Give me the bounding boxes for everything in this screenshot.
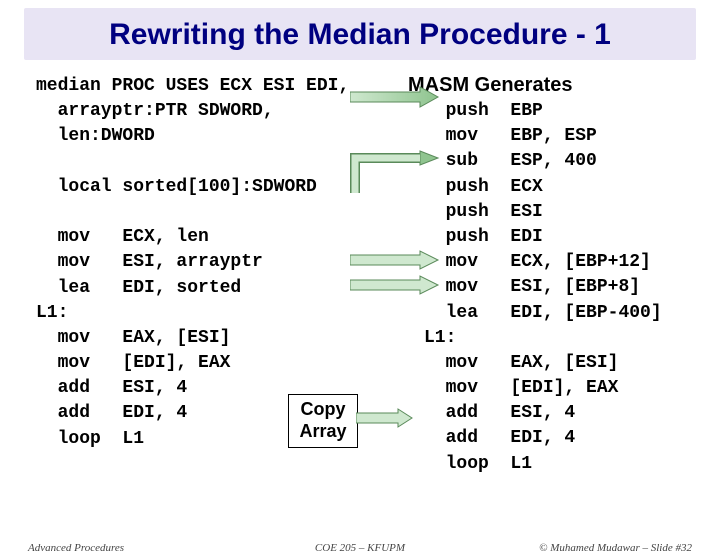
code-line: push EBP — [446, 101, 543, 121]
code-line: push ECX — [446, 177, 543, 197]
code-line: L1: — [424, 328, 456, 348]
code-line: mov ESI, [EBP+8] — [446, 277, 640, 297]
code-line: add ESI, 4 — [424, 403, 575, 423]
code-line: mov EAX, [ESI] — [36, 328, 230, 348]
code-line: sub ESP, 400 — [446, 151, 597, 171]
footer-right: © Muhamed Mudawar – Slide #32 — [539, 542, 692, 554]
code-line: loop L1 — [424, 454, 532, 474]
code-line: L1: — [36, 303, 68, 323]
masm-generates-heading: MASM Generates — [408, 74, 573, 97]
code-line: add ESI, 4 — [36, 378, 187, 398]
copy-line1: Copy — [301, 399, 346, 419]
code-line: mov [EDI], EAX — [424, 378, 618, 398]
code-line: mov EBP, ESP — [446, 126, 597, 146]
code-line: mov ECX, len — [36, 227, 209, 247]
code-line: len:DWORD — [36, 126, 155, 146]
code-line: push ESI — [446, 202, 543, 222]
code-line: add EDI, 4 — [424, 428, 575, 448]
code-line: median PROC USES ECX ESI EDI, — [36, 76, 349, 96]
code-line: arrayptr:PTR SDWORD, — [36, 101, 274, 121]
copy-array-label: Copy Array — [288, 394, 358, 448]
content-area: median PROC USES ECX ESI EDI, arrayptr:P… — [0, 74, 720, 494]
code-line: mov [EDI], EAX — [36, 353, 230, 373]
code-line: mov EAX, [ESI] — [424, 353, 618, 373]
code-line: mov ECX, [EBP+12] — [446, 252, 651, 272]
code-line: lea EDI, [EBP-400] — [446, 303, 662, 323]
generated-code-block: push EBP mov EBP, ESP sub ESP, 400 push … — [424, 99, 662, 477]
code-line: mov ESI, arrayptr — [36, 252, 263, 272]
copy-line2: Array — [299, 421, 346, 441]
code-line: push EDI — [446, 227, 543, 247]
code-line: add EDI, 4 — [36, 403, 187, 423]
arrow-copybox-to-loop — [356, 408, 414, 428]
code-line: local sorted[100]:SDWORD — [36, 177, 317, 197]
code-line: lea EDI, sorted — [36, 278, 241, 298]
slide-title: Rewriting the Median Procedure - 1 — [24, 8, 696, 60]
code-line: loop L1 — [36, 429, 144, 449]
